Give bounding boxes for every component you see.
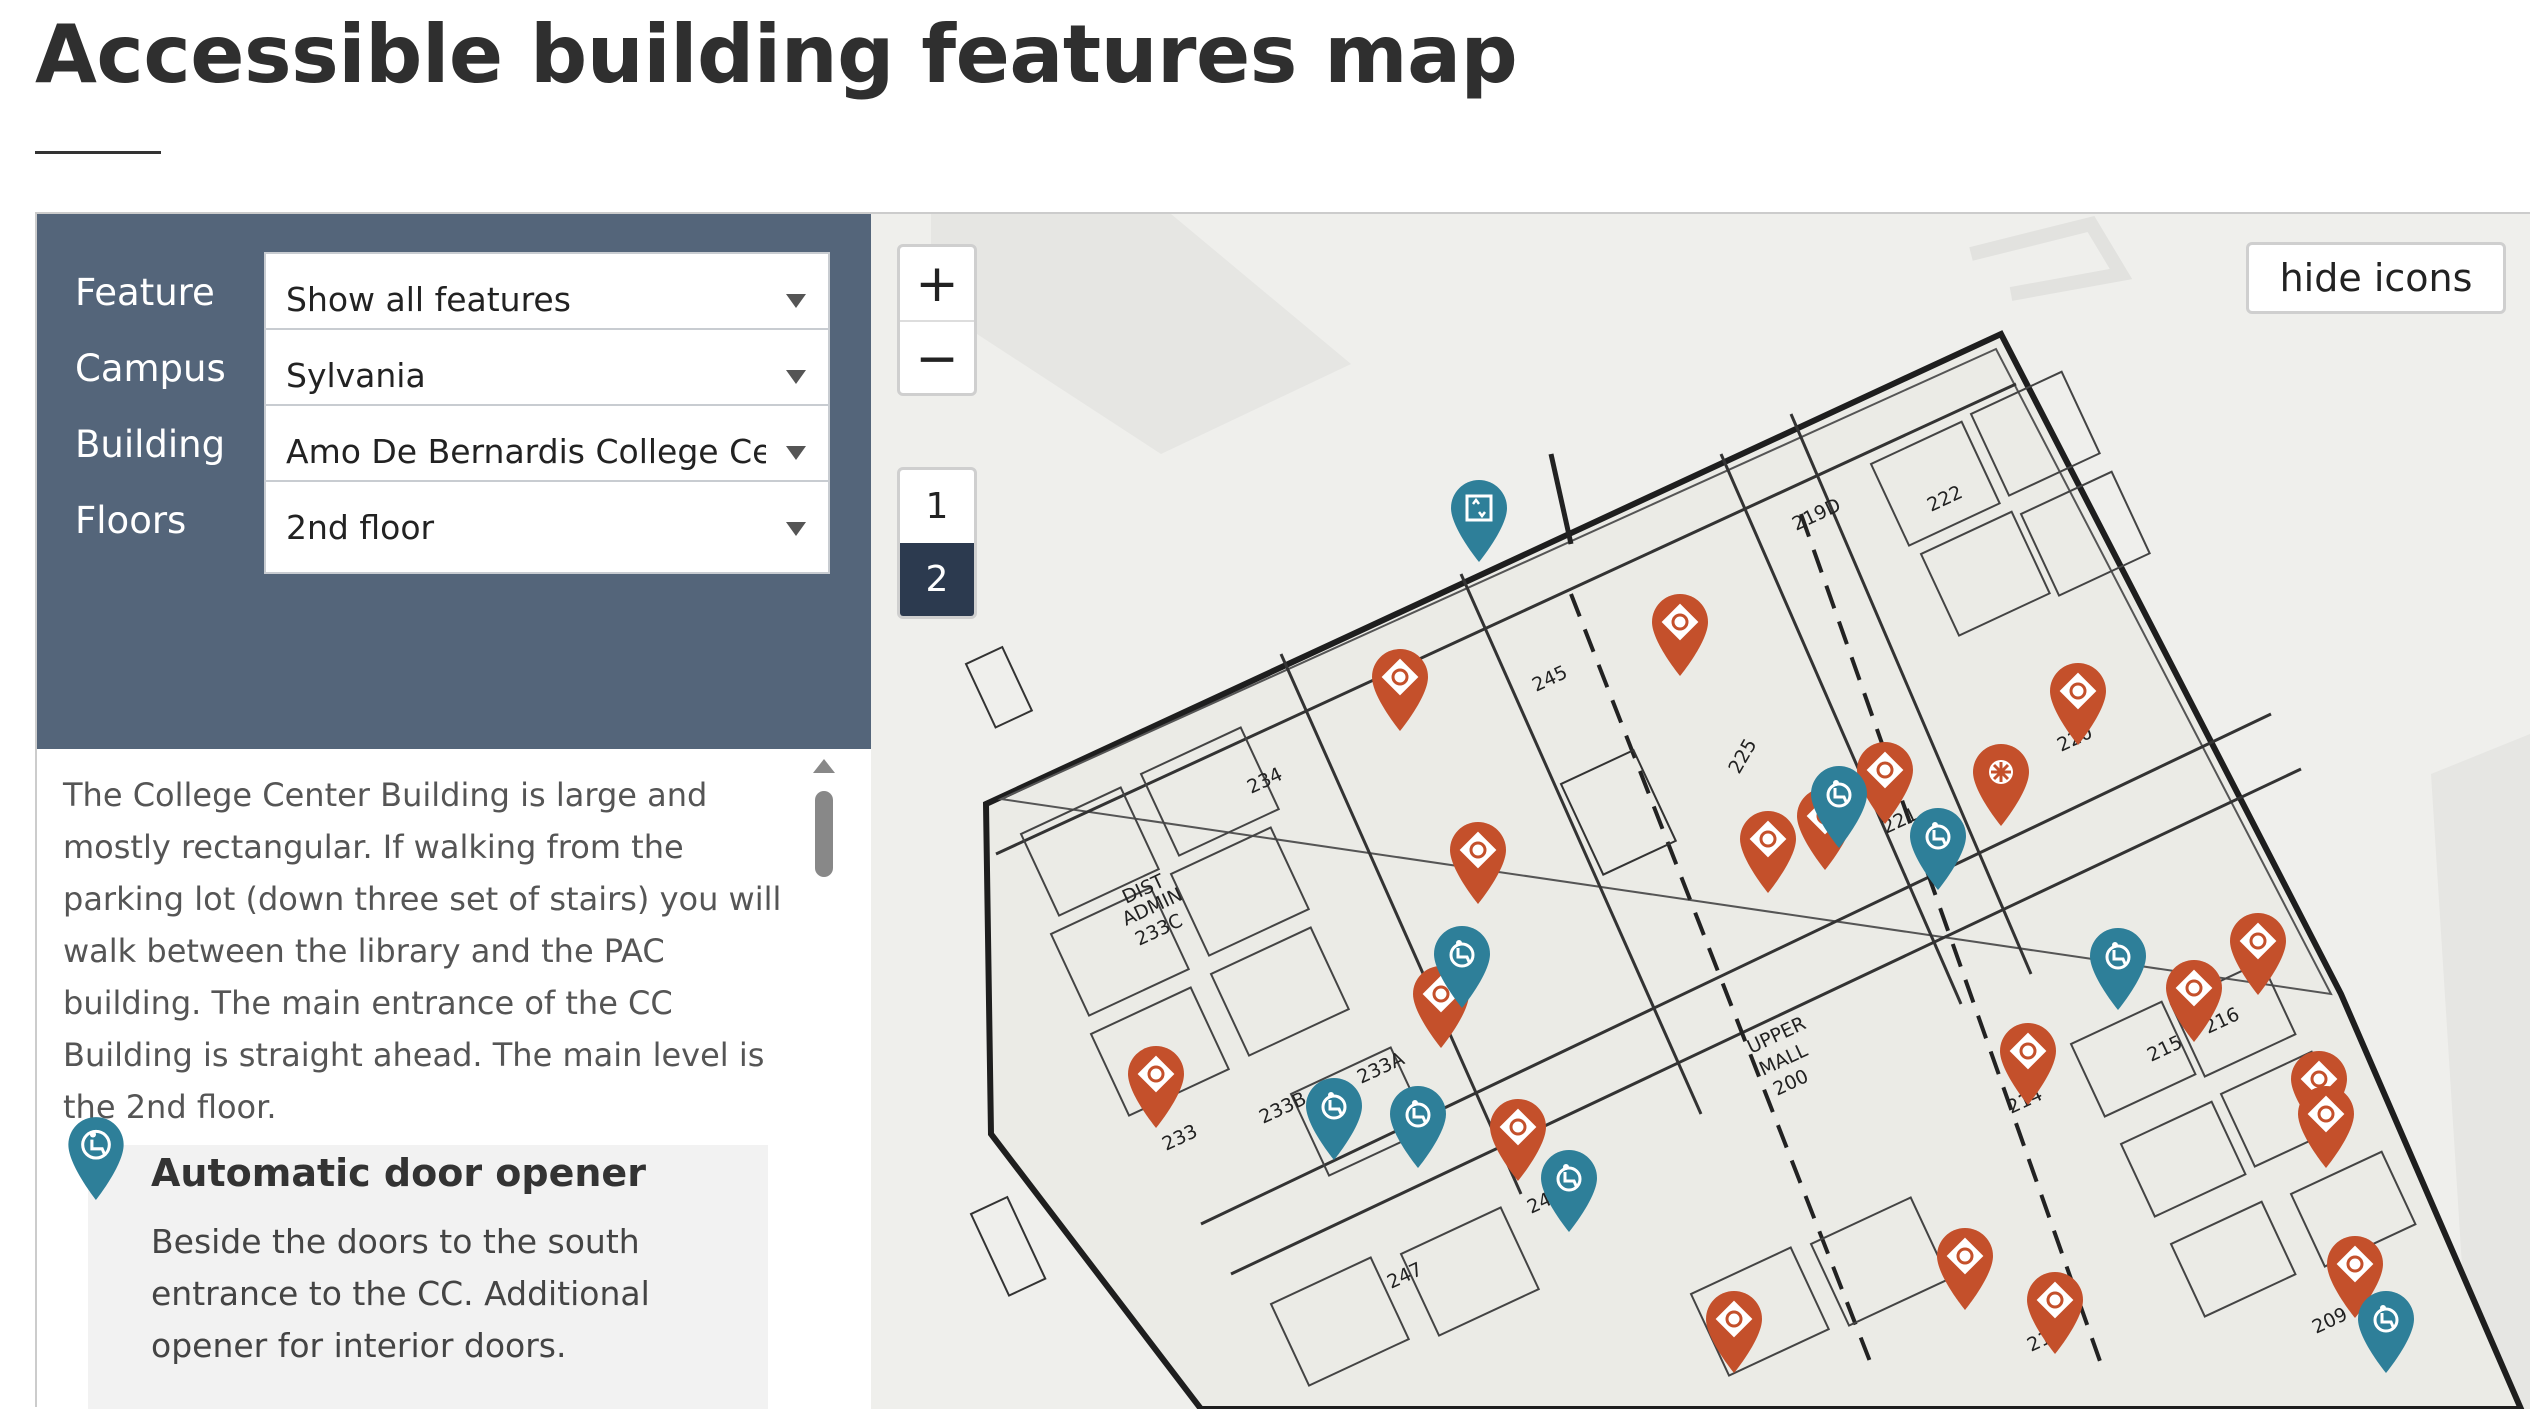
description-scroll-area[interactable]: The College Center Building is large and… bbox=[37, 749, 871, 1409]
feature-label: Feature bbox=[75, 271, 215, 314]
filter-controls: Feature Show all features Campus Sylvani… bbox=[37, 214, 871, 749]
scrollbar-thumb[interactable] bbox=[815, 791, 833, 877]
hearing-loop-pin-icon[interactable] bbox=[1997, 1021, 2059, 1107]
path-outline bbox=[1969, 215, 2133, 301]
chevron-down-icon bbox=[786, 522, 806, 536]
hearing-loop-pin-icon[interactable] bbox=[2047, 661, 2109, 747]
wheelchair-pin-icon[interactable] bbox=[1907, 806, 1969, 892]
chevron-down-icon bbox=[786, 446, 806, 460]
hearing-loop-pin-icon[interactable] bbox=[2295, 1084, 2357, 1170]
building-select-value: Amo De Bernardis College Center bbox=[286, 431, 766, 471]
hearing-loop-pin-icon[interactable] bbox=[1737, 809, 1799, 895]
floor-1-button[interactable]: 1 bbox=[900, 470, 974, 543]
building-label: Building bbox=[75, 423, 226, 466]
wheelchair-pin-icon[interactable] bbox=[1387, 1084, 1449, 1170]
feature-title: Automatic door opener bbox=[151, 1151, 646, 1195]
building-description: The College Center Building is large and… bbox=[63, 776, 782, 1126]
hearing-loop-pin-icon[interactable] bbox=[1934, 1226, 1996, 1312]
floors-select-value: 2nd floor bbox=[286, 507, 435, 547]
wall bbox=[1548, 453, 1574, 545]
side-panel: Feature Show all features Campus Sylvani… bbox=[35, 212, 871, 1409]
floors-select[interactable]: 2nd floor bbox=[264, 480, 830, 574]
floors-label: Floors bbox=[75, 499, 187, 542]
floor-plan-map[interactable]: 219D 222 245 225 221 220 234 DIST ADMIN … bbox=[871, 212, 2530, 1409]
hearing-loop-pin-icon[interactable] bbox=[2163, 958, 2225, 1044]
zoom-in-button[interactable]: + bbox=[900, 247, 974, 320]
wheelchair-pin-icon[interactable] bbox=[2355, 1289, 2417, 1375]
surrounding-area bbox=[931, 214, 1351, 454]
elevator-pin-icon[interactable] bbox=[1448, 478, 1510, 564]
wheelchair-pin-icon[interactable] bbox=[1431, 924, 1493, 1010]
hearing-loop-pin-icon[interactable] bbox=[2227, 911, 2289, 997]
chevron-down-icon bbox=[786, 294, 806, 308]
hide-icons-button[interactable]: hide icons bbox=[2246, 242, 2506, 314]
hearing-loop-pin-icon[interactable] bbox=[1703, 1289, 1765, 1375]
hearing-loop-pin-icon[interactable] bbox=[2024, 1270, 2086, 1356]
hearing-loop-pin-icon[interactable] bbox=[1369, 647, 1431, 733]
first-aid-pin-icon[interactable] bbox=[1970, 742, 2032, 828]
campus-select-value: Sylvania bbox=[286, 355, 426, 395]
hearing-loop-pin-icon[interactable] bbox=[1125, 1044, 1187, 1130]
chevron-down-icon bbox=[786, 370, 806, 384]
hearing-loop-pin-icon[interactable] bbox=[1447, 820, 1509, 906]
wheelchair-pin-icon[interactable] bbox=[1808, 764, 1870, 850]
campus-label: Campus bbox=[75, 347, 226, 390]
wheelchair-pin-icon[interactable] bbox=[1538, 1148, 1600, 1234]
wheelchair-pin-icon[interactable] bbox=[1303, 1076, 1365, 1162]
zoom-out-button[interactable]: − bbox=[900, 322, 974, 395]
floor-2-button[interactable]: 2 bbox=[900, 543, 974, 616]
feature-select-value: Show all features bbox=[286, 279, 571, 319]
title-underline bbox=[35, 151, 161, 154]
wheelchair-pin-icon[interactable] bbox=[2087, 926, 2149, 1012]
floor-plan-drawing: 219D 222 245 225 221 220 234 DIST ADMIN … bbox=[931, 214, 2530, 1409]
zoom-control: + − bbox=[897, 244, 977, 396]
wheelchair-icon bbox=[68, 1117, 124, 1200]
page-title: Accessible building features map bbox=[35, 8, 1518, 101]
scroll-up-arrow-icon[interactable] bbox=[813, 759, 835, 773]
floor-switcher: 1 2 bbox=[897, 467, 977, 619]
feature-description: Beside the doors to the south entrance t… bbox=[151, 1222, 650, 1365]
hearing-loop-pin-icon[interactable] bbox=[1649, 592, 1711, 678]
